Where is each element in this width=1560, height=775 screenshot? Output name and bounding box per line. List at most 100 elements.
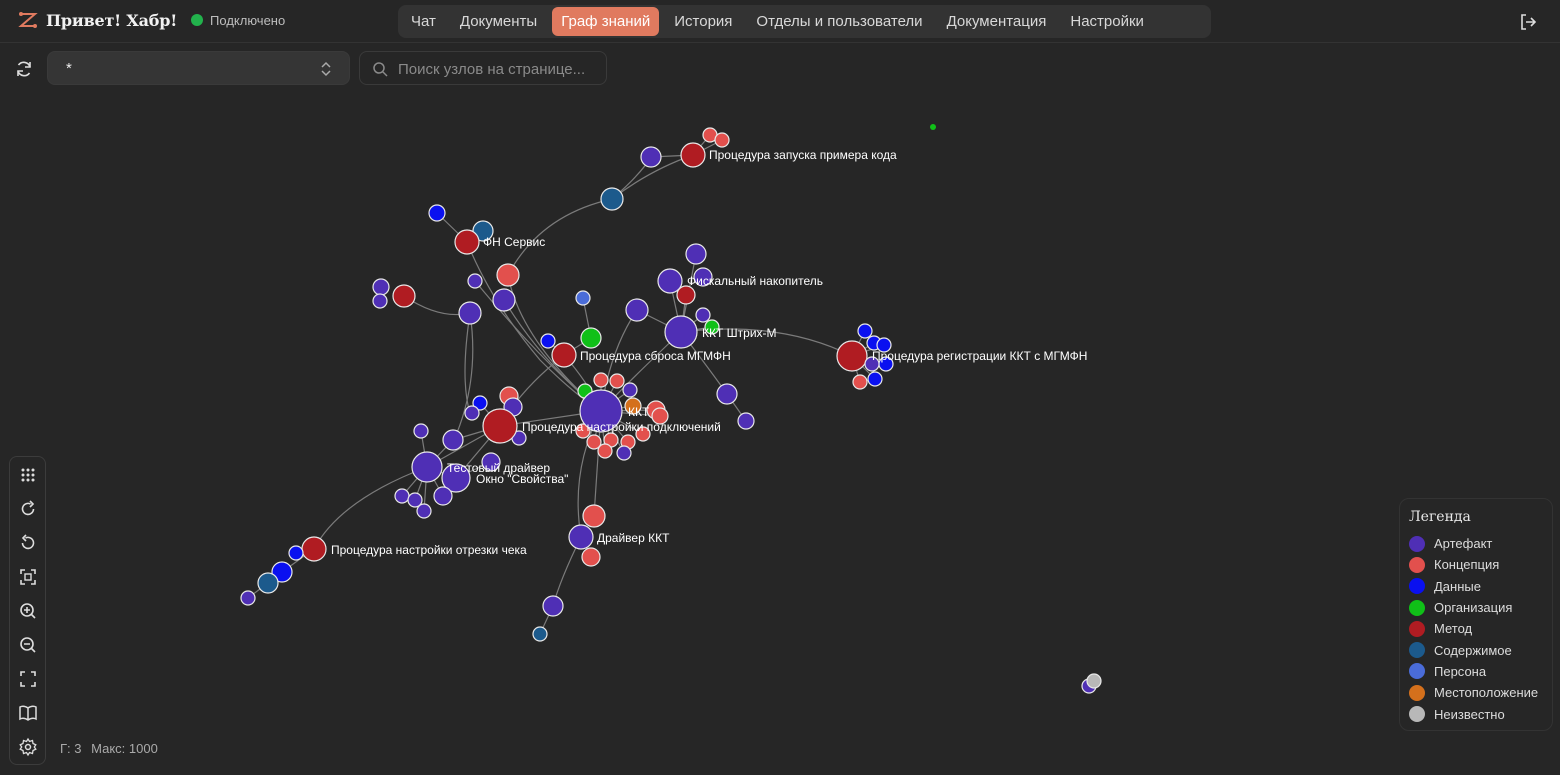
- logout-icon[interactable]: [1518, 12, 1538, 32]
- node-label: Процедура настройки отрезки чека: [331, 543, 527, 557]
- graph-node[interactable]: [593, 372, 609, 388]
- legend-swatch: [1409, 663, 1425, 680]
- graph-node[interactable]: [680, 142, 706, 168]
- graph-node[interactable]: [857, 323, 873, 339]
- undo-icon[interactable]: [18, 533, 38, 553]
- tab-documents[interactable]: Документы: [451, 7, 546, 36]
- legend-item-concept: Концепция: [1409, 554, 1543, 575]
- legend-label: Концепция: [1434, 557, 1500, 573]
- tab-history[interactable]: История: [665, 7, 741, 36]
- node-label: Окно "Свойства": [476, 472, 568, 486]
- tab-knowledge-graph[interactable]: Граф знаний: [552, 7, 660, 36]
- graph-node[interactable]: [428, 204, 446, 222]
- graph-node[interactable]: [372, 293, 388, 309]
- graph-node[interactable]: [664, 315, 698, 349]
- graph-node[interactable]: [676, 285, 696, 305]
- graph-node[interactable]: [413, 423, 429, 439]
- graph-node[interactable]: [288, 545, 304, 561]
- graph-node[interactable]: [625, 298, 649, 322]
- node-label: Процедура настройки подключений: [522, 420, 721, 434]
- legend-item-person: Персона: [1409, 661, 1543, 682]
- graph-node[interactable]: [454, 229, 480, 255]
- graph-node[interactable]: [240, 590, 256, 606]
- graph-node[interactable]: [714, 132, 730, 148]
- book-icon[interactable]: [18, 703, 38, 723]
- graph-nodes[interactable]: [240, 124, 1102, 694]
- logo-icon: [18, 12, 38, 28]
- graph-node[interactable]: [411, 451, 443, 483]
- legend-item-artifact: Артефакт: [1409, 533, 1543, 554]
- knowledge-graph-canvas[interactable]: Процедура запуска примера кода ФН Сервис…: [0, 44, 1560, 775]
- legend-label: Неизвестно: [1434, 706, 1505, 722]
- graph-node[interactable]: [372, 278, 390, 296]
- graph-node[interactable]: [532, 626, 548, 642]
- graph-node[interactable]: [301, 536, 327, 562]
- graph-node[interactable]: [540, 333, 556, 349]
- graph-node[interactable]: [600, 187, 624, 211]
- graph-node[interactable]: [695, 307, 711, 323]
- graph-node[interactable]: [581, 547, 601, 567]
- graph-node[interactable]: [716, 383, 738, 405]
- node-label: Процедура запуска примера кода: [709, 148, 897, 162]
- graph-node[interactable]: [597, 443, 613, 459]
- node-label: ККТ: [628, 405, 650, 419]
- graph-node[interactable]: [580, 327, 602, 349]
- legend-label: Артефакт: [1434, 536, 1493, 552]
- reload-icon[interactable]: [18, 499, 38, 519]
- graph-node[interactable]: [867, 371, 883, 387]
- tab-chat[interactable]: Чат: [402, 7, 445, 36]
- graph-node[interactable]: [622, 382, 638, 398]
- graph-node[interactable]: [492, 288, 516, 312]
- graph-node[interactable]: [496, 263, 520, 287]
- graph-node[interactable]: [616, 445, 632, 461]
- graph-node[interactable]: [852, 374, 868, 390]
- tab-departments-users[interactable]: Отделы и пользователи: [747, 7, 931, 36]
- graph-node[interactable]: [257, 572, 279, 594]
- graph-node[interactable]: [482, 408, 518, 444]
- legend-label: Местоположение: [1434, 685, 1539, 701]
- graph-node[interactable]: [458, 301, 482, 325]
- legend-label: Данные: [1434, 578, 1481, 594]
- legend-title: Легенда: [1409, 509, 1471, 525]
- graph-node[interactable]: [737, 412, 755, 430]
- legend-panel: Легенда Артефакт Концепция Данные Органи…: [1399, 498, 1553, 731]
- graph-node[interactable]: [551, 342, 577, 368]
- legend-swatch: [1409, 578, 1425, 595]
- graph-node[interactable]: [467, 273, 483, 289]
- graph-node[interactable]: [1086, 673, 1102, 689]
- node-label: ФН Сервис: [483, 235, 545, 249]
- fit-view-icon[interactable]: [18, 567, 38, 587]
- grid-icon[interactable]: [18, 465, 38, 485]
- graph-node[interactable]: [416, 503, 432, 519]
- graph-svg[interactable]: Процедура запуска примера кода ФН Сервис…: [0, 44, 1560, 775]
- graph-node[interactable]: [930, 124, 936, 130]
- app-title: Привет! Хабр!: [46, 10, 178, 30]
- graph-node[interactable]: [464, 405, 480, 421]
- graph-node[interactable]: [542, 595, 564, 617]
- zoom-in-icon[interactable]: [18, 601, 38, 621]
- legend-item-unknown: Неизвестно: [1409, 703, 1543, 724]
- graph-node[interactable]: [609, 373, 625, 389]
- main-tabs: Чат Документы Граф знаний История Отделы…: [398, 5, 1211, 38]
- tab-documentation[interactable]: Документация: [938, 7, 1056, 36]
- graph-node[interactable]: [640, 146, 662, 168]
- legend-swatch: [1409, 556, 1425, 573]
- graph-node[interactable]: [575, 290, 591, 306]
- max-stat: Макс: 1000: [91, 741, 158, 756]
- legend-item-organization: Организация: [1409, 597, 1543, 618]
- fullscreen-icon[interactable]: [18, 669, 38, 689]
- graph-node[interactable]: [392, 284, 416, 308]
- settings-icon[interactable]: [18, 737, 38, 757]
- legend-swatch: [1409, 642, 1425, 659]
- graph-stats: Г: 3 Макс: 1000: [60, 741, 164, 756]
- graph-node[interactable]: [568, 524, 594, 550]
- graph-node[interactable]: [394, 488, 410, 504]
- zoom-out-icon[interactable]: [18, 635, 38, 655]
- graph-node[interactable]: [442, 429, 464, 451]
- graph-node[interactable]: [433, 486, 453, 506]
- graph-node[interactable]: [685, 243, 707, 265]
- connection-status: Подключено: [191, 13, 285, 28]
- tab-settings[interactable]: Настройки: [1061, 7, 1153, 36]
- graph-node[interactable]: [836, 340, 868, 372]
- graph-node[interactable]: [582, 504, 606, 528]
